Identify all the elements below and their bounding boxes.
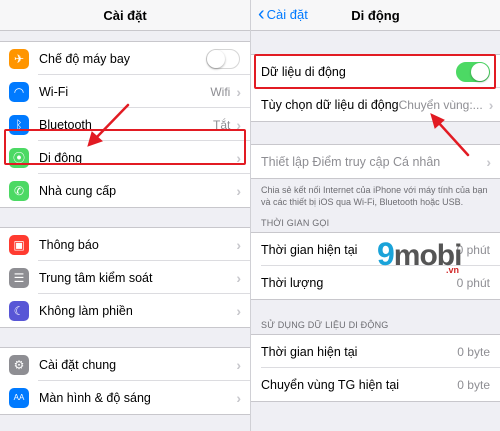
chevron-right-icon: ›: [488, 96, 494, 113]
cellular-panel: ‹ Cài đặt Di động Dữ liệu di động Tùy ch…: [251, 0, 500, 431]
cellular-data-toggle[interactable]: [456, 61, 490, 82]
settings-row[interactable]: ⦿ Di động ›: [0, 141, 250, 174]
call-time-lifetime-value: 0 phút: [456, 275, 490, 290]
settings-group: ▣ Thông báo › ☰ Trung tâm kiểm soát › ☾ Không l…: [0, 227, 250, 328]
settings-group: ✈ Chế độ máy bay ◠ Wi-Fi Wifi › ᛒ Bluetooth Tắt ›…: [0, 41, 250, 208]
settings-row[interactable]: ✆ Nhà cung cấp ›: [0, 174, 250, 207]
wifi-icon: ◠: [9, 81, 29, 102]
settings-group: ⚙ Cài đặt chung › AA Màn hình & độ sáng ›: [0, 347, 250, 415]
settings-row[interactable]: ᛒ Bluetooth Tắt ›: [0, 108, 250, 141]
cellular-navbar: ‹ Cài đặt Di động: [251, 0, 500, 31]
settings-row-value: Tắt: [212, 117, 231, 132]
watermark-domain: .vn: [446, 265, 460, 275]
cellular-options-label: Tùy chọn dữ liệu di động: [261, 97, 399, 112]
settings-row-label: Chế độ máy bay: [39, 51, 131, 66]
settings-row[interactable]: ⚙ Cài đặt chung ›: [0, 348, 250, 381]
cellular-data-row[interactable]: Dữ liệu di động: [251, 55, 500, 88]
settings-row[interactable]: ◠ Wi-Fi Wifi ›: [0, 75, 250, 108]
cellular-data-group: Dữ liệu di động Tùy chọn dữ liệu di động…: [251, 54, 500, 122]
settings-row[interactable]: AA Màn hình & độ sáng ›: [0, 381, 250, 414]
chevron-right-icon: ›: [236, 182, 241, 199]
airplane-mode-toggle[interactable]: [206, 48, 240, 69]
settings-row-label: Thông báo: [39, 237, 99, 252]
settings-title: Cài đặt: [103, 8, 147, 23]
usage-roaming-value: 0 byte: [457, 377, 490, 392]
chevron-right-icon: ›: [236, 302, 241, 319]
settings-navbar: Cài đặt: [0, 0, 250, 31]
control-center-icon: ☰: [9, 267, 29, 288]
settings-row-label: Trung tâm kiểm soát: [39, 270, 153, 285]
settings-row[interactable]: ☾ Không làm phiền ›: [0, 294, 250, 327]
settings-row-label: Nhà cung cấp: [39, 183, 117, 198]
settings-row-value: Wifi: [210, 84, 231, 99]
call-time-current-row: Thời gian hiện tại 0 phút: [251, 233, 500, 266]
call-time-current-value: 0 phút: [456, 242, 490, 257]
chevron-right-icon: ›: [486, 153, 491, 170]
general-gear-icon: ⚙: [9, 354, 29, 375]
hotspot-footnote: Chia sẻ kết nối Internet của iPhone với …: [261, 185, 488, 207]
settings-row-label: Bluetooth: [39, 117, 92, 132]
settings-row-label: Màn hình & độ sáng: [39, 390, 151, 405]
usage-current-label: Thời gian hiện tại: [261, 344, 358, 359]
settings-row[interactable]: ✈ Chế độ máy bay: [0, 42, 250, 75]
bluetooth-icon: ᛒ: [9, 114, 29, 135]
settings-row[interactable]: ☰ Trung tâm kiểm soát ›: [0, 261, 250, 294]
settings-row[interactable]: ▣ Thông báo ›: [0, 228, 250, 261]
airplane-icon: ✈: [9, 48, 29, 69]
phone-icon: ✆: [9, 180, 29, 201]
do-not-disturb-icon: ☾: [9, 300, 29, 321]
call-time-header: THỜI GIAN GỌI: [261, 218, 330, 228]
call-time-group: Thời gian hiện tại 0 phút Thời lượng 0 p…: [251, 232, 500, 300]
chevron-right-icon: ›: [236, 389, 241, 406]
chevron-right-icon: ›: [236, 83, 241, 100]
chevron-right-icon: ›: [236, 116, 241, 133]
hotspot-label: Thiết lập Điểm truy cập Cá nhân: [261, 154, 441, 169]
notifications-icon: ▣: [9, 234, 29, 255]
usage-current-value: 0 byte: [457, 344, 490, 359]
usage-roaming-label: Chuyển vùng TG hiện tại: [261, 377, 400, 392]
cellular-options-row[interactable]: Tùy chọn dữ liệu di động Chuyển vùng:...…: [251, 88, 500, 121]
cellular-icon: ⦿: [9, 147, 29, 168]
usage-roaming-row: Chuyển vùng TG hiện tại 0 byte: [251, 368, 500, 401]
call-time-lifetime-row: Thời lượng 0 phút: [251, 266, 500, 299]
cellular-data-label: Dữ liệu di động: [261, 64, 346, 79]
chevron-right-icon: ›: [236, 149, 241, 166]
chevron-right-icon: ›: [236, 269, 241, 286]
cellular-title: Di động: [351, 8, 400, 23]
settings-row-label: Không làm phiền: [39, 303, 133, 318]
usage-group: Thời gian hiện tại 0 byte Chuyển vùng TG…: [251, 334, 500, 402]
settings-row-label: Wi-Fi: [39, 84, 69, 99]
call-time-lifetime-label: Thời lượng: [261, 275, 324, 290]
settings-panel: Cài đặt ✈ Chế độ máy bay ◠ Wi-Fi Wifi › ᛒ Bluet…: [0, 0, 250, 431]
hotspot-group: Thiết lập Điểm truy cập Cá nhân ›: [251, 144, 500, 179]
hotspot-row[interactable]: Thiết lập Điểm truy cập Cá nhân ›: [251, 145, 500, 178]
usage-header: SỬ DỤNG DỮ LIỆU DI ĐỘNG: [261, 320, 389, 330]
settings-row-label: Di động: [39, 150, 83, 165]
settings-row-label: Cài đặt chung: [39, 357, 117, 372]
watermark-digit: 9: [377, 236, 395, 272]
cellular-options-value: Chuyển vùng:...: [398, 97, 483, 112]
display-brightness-icon: AA: [9, 387, 29, 408]
chevron-right-icon: ›: [236, 356, 241, 373]
chevron-right-icon: ›: [236, 236, 241, 253]
usage-current-row: Thời gian hiện tại 0 byte: [251, 335, 500, 368]
